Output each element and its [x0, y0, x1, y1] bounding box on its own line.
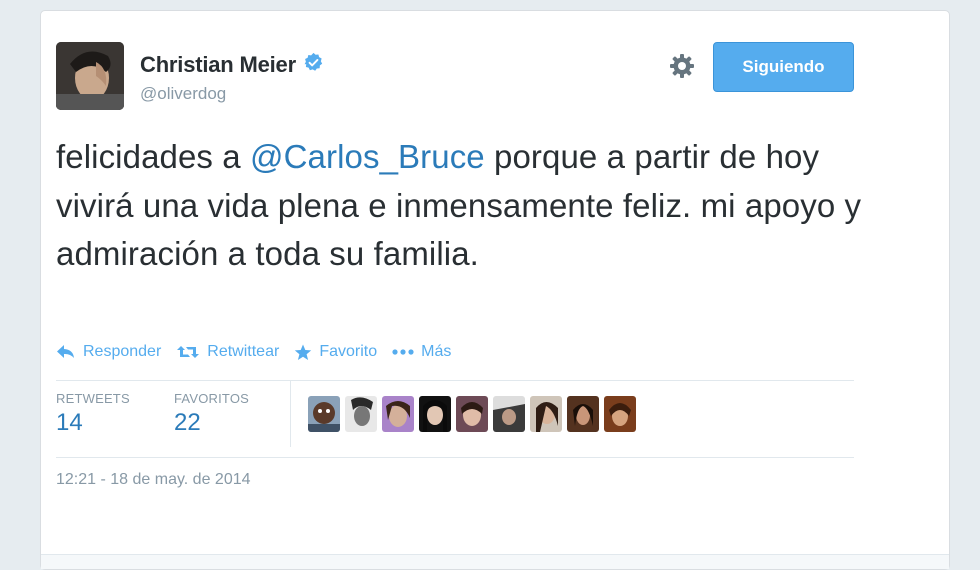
- favoriter-avatar[interactable]: [493, 396, 525, 432]
- tweet-timestamp[interactable]: 12:21 - 18 de may. de 2014: [56, 471, 251, 489]
- more-label: Más: [421, 343, 452, 360]
- favorites-stat[interactable]: FAVORITOS 22: [174, 391, 249, 437]
- favoriter-avatar[interactable]: [382, 396, 414, 432]
- retweets-count: 14: [56, 409, 83, 436]
- divider-top: [56, 380, 854, 381]
- retweets-stat[interactable]: RETWEETS 14: [56, 391, 130, 437]
- user-name-row: Christian Meier: [140, 52, 324, 78]
- favorites-count: 22: [174, 409, 201, 436]
- retweets-label: RETWEETS: [56, 391, 130, 406]
- reply-button[interactable]: Responder: [56, 343, 161, 361]
- tweet-text-before: felicidades a: [56, 138, 251, 175]
- stats-divider: [290, 381, 291, 447]
- favoriter-avatar[interactable]: [567, 396, 599, 432]
- favoriter-avatar[interactable]: [456, 396, 488, 432]
- tweet-text: felicidades a @Carlos_Bruce porque a par…: [56, 133, 876, 279]
- favoriter-avatar[interactable]: [419, 396, 451, 432]
- reply-label: Responder: [83, 343, 162, 360]
- verified-badge-icon: [296, 52, 324, 78]
- favoriter-avatar[interactable]: [345, 396, 377, 432]
- user-handle[interactable]: @oliverdog: [140, 84, 226, 104]
- tweet-actions: Responder Retwittear Favorito Más: [56, 343, 466, 361]
- reply-icon: [57, 345, 74, 358]
- favorite-label: Favorito: [319, 343, 378, 360]
- more-dots-icon: [392, 349, 414, 355]
- retweet-button[interactable]: Retwittear: [176, 343, 279, 361]
- favoriter-avatar[interactable]: [530, 396, 562, 432]
- avatar[interactable]: [56, 42, 124, 110]
- favorite-button[interactable]: Favorito: [294, 343, 377, 361]
- display-name[interactable]: Christian Meier: [140, 52, 296, 78]
- divider-bottom: [56, 457, 854, 458]
- following-button[interactable]: Siguiendo: [713, 42, 854, 92]
- gear-icon[interactable]: [668, 52, 696, 80]
- favoriter-avatar[interactable]: [604, 396, 636, 432]
- star-icon: [295, 344, 312, 360]
- retweet-label: Retwittear: [207, 343, 280, 360]
- favorites-label: FAVORITOS: [174, 391, 250, 406]
- retweet-icon: [177, 346, 200, 358]
- mention-link[interactable]: @Carlos_Bruce: [250, 138, 485, 175]
- favoriter-avatar[interactable]: [308, 396, 340, 432]
- favoriters-avatars: [308, 396, 641, 432]
- more-button[interactable]: Más: [392, 343, 451, 361]
